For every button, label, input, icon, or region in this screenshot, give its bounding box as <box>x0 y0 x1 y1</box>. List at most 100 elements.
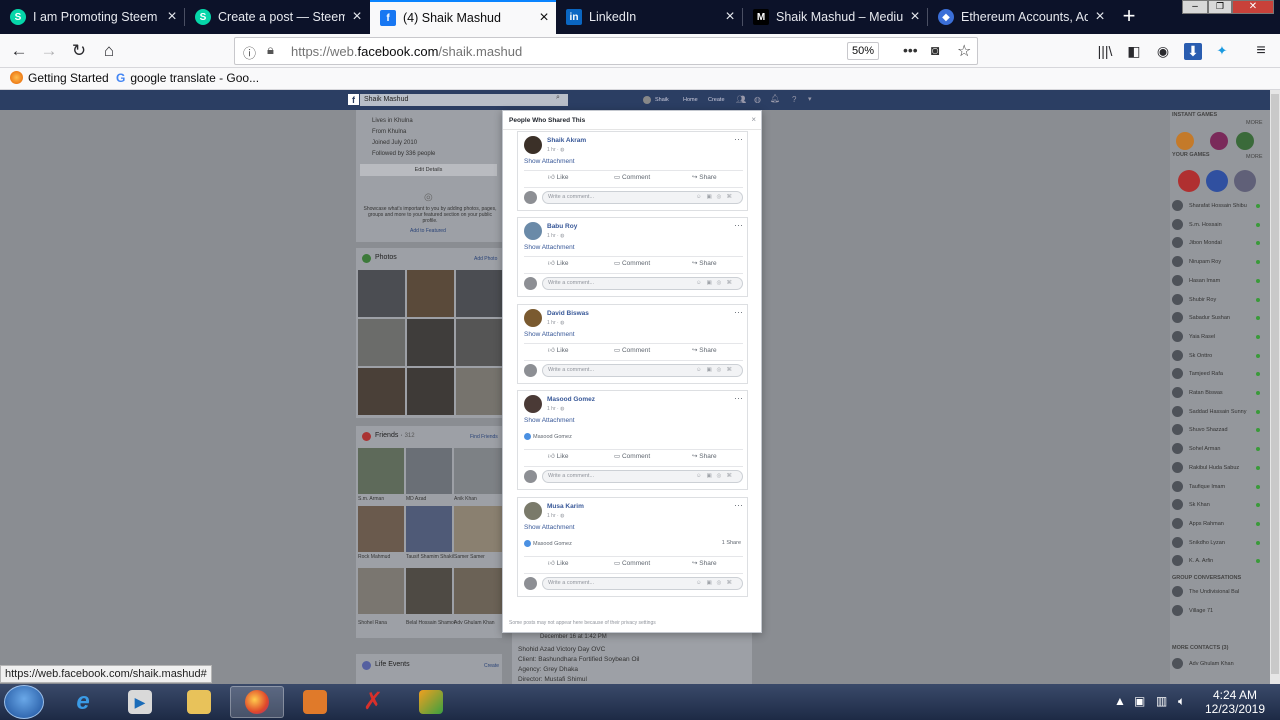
library-icon[interactable]: |||\ <box>1092 38 1118 64</box>
post-timestamp[interactable]: 1 hr · ◍ <box>547 320 564 326</box>
close-icon[interactable]: × <box>751 115 756 124</box>
nav-home-link[interactable]: Home <box>683 97 698 103</box>
bookmark-google-translate[interactable]: Ggoogle translate - Goo... <box>116 71 259 85</box>
contact-item[interactable]: Saddad Hassain Sunny <box>1172 405 1260 417</box>
network-icon[interactable]: ▥ <box>1156 694 1167 708</box>
contact-item[interactable]: Jibon Mondal <box>1172 237 1260 249</box>
friend-photo[interactable] <box>406 448 452 494</box>
page-scrollbar[interactable] <box>1270 90 1280 686</box>
games-more-link[interactable]: MORE <box>1246 120 1263 126</box>
photo-thumbnail[interactable] <box>456 319 502 366</box>
game-icon[interactable] <box>1236 132 1254 150</box>
messenger-icon[interactable]: ◍ <box>754 95 761 104</box>
photo-thumbnail[interactable] <box>456 270 502 317</box>
comment-input[interactable]: Write a comment... ☺▣◎⌘ <box>542 277 743 290</box>
comment-tools-icons[interactable]: ☺▣◎⌘ <box>696 278 737 289</box>
post-timestamp[interactable]: 1 hr · ◍ <box>547 513 564 519</box>
tab-ethereum[interactable]: ◆ Ethereum Accounts, Addr × <box>928 0 1112 34</box>
contact-item[interactable]: Shuvo Shazzad <box>1172 424 1260 436</box>
contact-item[interactable]: Ratan Biswas <box>1172 387 1260 398</box>
share-button[interactable]: ↪ Share <box>692 559 717 567</box>
post-timestamp[interactable]: 1 hr · ◍ <box>547 233 564 239</box>
bookmark-getting-started[interactable]: Getting Started <box>10 71 109 85</box>
add-to-featured-link[interactable]: Add to Featured <box>410 228 446 234</box>
friend-photo[interactable] <box>454 568 502 614</box>
contact-item[interactable]: Adv Ghulam Khan <box>1172 658 1234 669</box>
contact-item[interactable]: Rakibul Huda Sabuz <box>1172 461 1260 473</box>
more-options-icon[interactable]: ··· <box>734 134 743 144</box>
contact-item[interactable]: Sabadur Sushan <box>1172 312 1260 324</box>
contact-item[interactable]: Nirupam Roy <box>1172 256 1260 268</box>
taskbar-app-x[interactable]: ✗ <box>346 686 400 718</box>
photo-thumbnail[interactable] <box>407 319 454 366</box>
reactions-summary[interactable]: Masood Gomez <box>524 433 572 440</box>
friend-photo[interactable] <box>406 568 452 614</box>
taskbar-media-player[interactable]: ▶ <box>113 686 167 718</box>
contact-item[interactable]: S.m. Hossain <box>1172 218 1260 230</box>
back-button[interactable]: ← <box>6 38 32 64</box>
game-icon[interactable] <box>1206 170 1228 192</box>
friend-photo[interactable] <box>358 448 404 494</box>
share-button[interactable]: ↪ Share <box>692 346 717 354</box>
tab-steemit-promoting[interactable]: S I am Promoting Steem on × <box>0 0 184 34</box>
nav-profile-link[interactable]: Shaik <box>655 97 669 103</box>
friend-name[interactable]: Shohel Rana <box>358 620 387 626</box>
taskbar-app-v[interactable] <box>404 686 458 718</box>
forward-button[interactable]: → <box>36 38 62 64</box>
page-actions-icon[interactable]: ••• <box>903 42 918 58</box>
contact-item[interactable]: Hasan Imam <box>1172 274 1260 286</box>
comment-input[interactable]: Write a comment... ☺▣◎⌘ <box>542 470 743 483</box>
share-button[interactable]: ↪ Share <box>692 173 717 181</box>
photo-thumbnail[interactable] <box>358 319 405 366</box>
show-attachment-link[interactable]: Show Attachment <box>524 331 575 338</box>
contact-item[interactable]: Shubir Roy <box>1172 293 1260 305</box>
friend-photo[interactable] <box>454 448 502 494</box>
comment-button[interactable]: ▭ Comment <box>614 173 650 181</box>
comment-tools-icons[interactable]: ☺▣◎⌘ <box>696 365 737 376</box>
post-timestamp[interactable]: 1 hr · ◍ <box>547 147 564 153</box>
zoom-level[interactable]: 50% <box>847 42 879 60</box>
post-author-name[interactable]: Masood Gomez <box>547 396 595 403</box>
friend-photo[interactable] <box>358 568 404 614</box>
like-button[interactable]: 👍︎ Like <box>548 346 569 354</box>
friend-photo[interactable] <box>454 506 502 552</box>
photo-thumbnail[interactable] <box>358 270 405 317</box>
like-button[interactable]: 👍︎ Like <box>548 173 569 181</box>
system-clock[interactable]: 4:24 AM 12/23/2019 <box>1200 688 1270 716</box>
comment-tools-icons[interactable]: ☺▣◎⌘ <box>696 192 737 203</box>
comment-input[interactable]: Write a comment... ☺▣◎⌘ <box>542 191 743 204</box>
avatar[interactable] <box>524 136 542 154</box>
lock-icon[interactable]: 🔒︎ <box>267 42 274 58</box>
taskbar-firefox[interactable] <box>230 686 284 718</box>
game-icon[interactable] <box>1176 132 1194 150</box>
post-timestamp[interactable]: 1 hr · ◍ <box>547 406 564 412</box>
like-button[interactable]: 👍︎ Like <box>548 559 569 567</box>
more-options-icon[interactable]: ··· <box>734 500 743 510</box>
post-author-name[interactable]: Babu Roy <box>547 223 577 230</box>
show-hidden-icons[interactable]: ▲ <box>1114 694 1126 708</box>
info-icon[interactable]: ⓘ <box>243 43 256 62</box>
friend-name[interactable]: Samer Samer <box>454 554 485 560</box>
create-life-event-link[interactable]: Create <box>484 663 499 669</box>
contact-item[interactable]: Sk Onttro <box>1172 349 1260 361</box>
comment-tools-icons[interactable]: ☺▣◎⌘ <box>696 578 737 589</box>
game-icon[interactable] <box>1234 170 1256 192</box>
avatar[interactable] <box>524 502 542 520</box>
comment-button[interactable]: ▭ Comment <box>614 259 650 267</box>
group-conversation[interactable]: The Undivisional Bal <box>1172 586 1239 597</box>
add-photo-link[interactable]: Add Photo <box>474 256 497 262</box>
game-icon[interactable] <box>1210 132 1228 150</box>
close-tab-icon[interactable]: × <box>718 8 742 26</box>
friend-name[interactable]: S.m. Arman <box>358 496 384 502</box>
close-tab-icon[interactable]: × <box>345 8 369 26</box>
reload-button[interactable]: ↻ <box>66 38 92 64</box>
facebook-logo-icon[interactable]: f <box>348 94 359 105</box>
more-options-icon[interactable]: ··· <box>734 307 743 317</box>
friend-name[interactable]: Belal Hossain Shamol <box>406 620 455 626</box>
share-button[interactable]: ↪ Share <box>692 452 717 460</box>
avatar[interactable] <box>524 395 542 413</box>
close-tab-icon[interactable]: × <box>1088 8 1112 26</box>
friend-photo[interactable] <box>358 506 404 552</box>
tray-app-icon[interactable]: ▣ <box>1134 694 1145 708</box>
friend-name[interactable]: Tausif Shamim Shakil <box>406 554 454 560</box>
